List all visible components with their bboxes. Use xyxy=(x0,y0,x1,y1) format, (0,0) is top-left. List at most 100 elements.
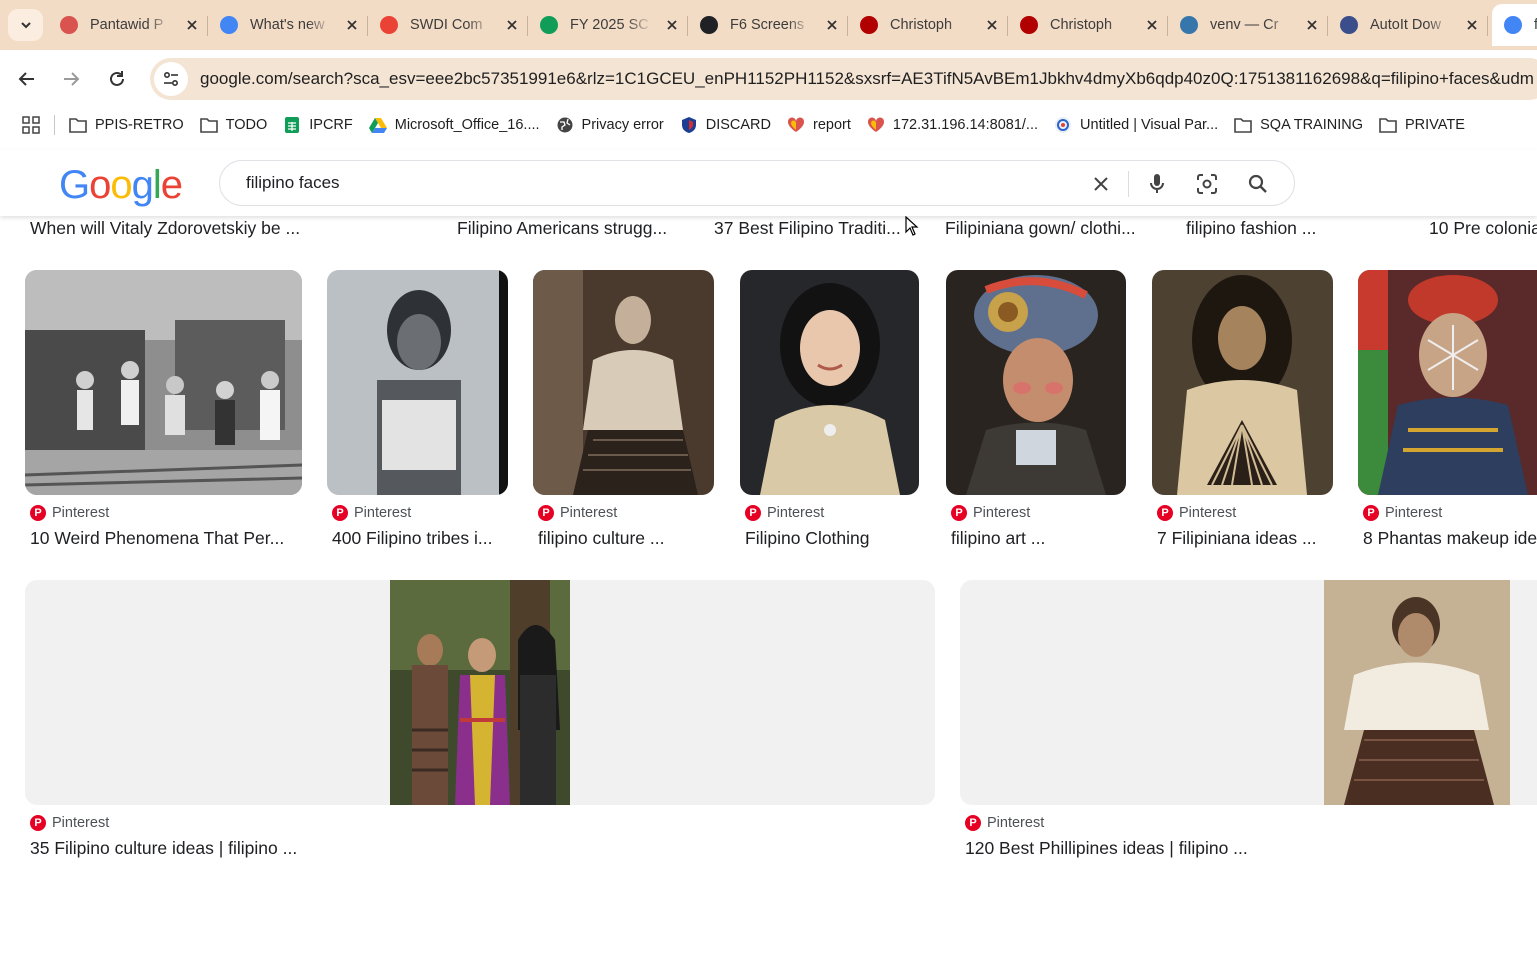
back-button[interactable] xyxy=(10,62,44,96)
bookmark-label: Microsoft_Office_16.... xyxy=(394,117,540,133)
result-source[interactable]: P Pinterest xyxy=(30,815,109,831)
result-thumbnail[interactable] xyxy=(327,270,508,495)
result-thumbnail[interactable] xyxy=(1152,270,1333,495)
browser-tab[interactable]: Christoph xyxy=(848,4,1008,46)
google-favicon-icon xyxy=(1504,16,1522,34)
browser-tab[interactable]: venv — Cr xyxy=(1168,4,1328,46)
browser-toolbar: google.com/search?sca_esv=eee2bc57351991… xyxy=(0,50,1537,108)
clear-search-button[interactable] xyxy=(1089,172,1113,196)
result-caption[interactable]: 8 Phantas makeup ide xyxy=(1363,528,1537,549)
shield-icon xyxy=(680,116,698,134)
browser-tab[interactable]: AutoIt Dow xyxy=(1328,4,1488,46)
browser-tab[interactable]: fi xyxy=(1492,4,1537,46)
bookmarks-divider xyxy=(54,115,55,135)
result-caption[interactable]: filipino culture ... xyxy=(538,528,714,549)
tab-title: F6 Screens xyxy=(730,17,805,33)
tab-close-button[interactable] xyxy=(1144,17,1160,33)
sheets-icon xyxy=(283,116,301,134)
result-caption[interactable]: When will Vitaly Zdorovetskiy be ... xyxy=(30,218,300,239)
result-source[interactable]: P Pinterest xyxy=(1363,505,1442,521)
result-caption[interactable]: 35 Filipino culture ideas | filipino ... xyxy=(30,838,630,859)
paradigm-icon xyxy=(1054,116,1072,134)
tab-title: Christoph xyxy=(1050,17,1113,33)
result-source[interactable]: P Pinterest xyxy=(1157,505,1236,521)
bookmark-item[interactable]: SQA TRAINING xyxy=(1226,111,1371,139)
bookmark-label: Untitled | Visual Par... xyxy=(1080,117,1219,133)
result-caption[interactable]: 10 Pre colonia xyxy=(1429,218,1537,239)
result-caption[interactable]: 37 Best Filipino Traditi... xyxy=(714,218,901,239)
result-caption[interactable]: Filipino Americans strugg... xyxy=(457,218,667,239)
bookmark-item[interactable]: PPIS-RETRO xyxy=(61,111,192,139)
result-thumbnail[interactable] xyxy=(390,580,570,805)
result-caption[interactable]: filipino fashion ... xyxy=(1186,218,1316,239)
bookmark-label: report xyxy=(813,117,851,133)
browser-tab[interactable]: Pantawid P xyxy=(48,4,208,46)
result-caption[interactable]: 10 Weird Phenomena That Per... xyxy=(30,528,302,549)
tab-close-button[interactable] xyxy=(984,17,1000,33)
tab-close-button[interactable] xyxy=(1304,17,1320,33)
address-bar[interactable]: google.com/search?sca_esv=eee2bc57351991… xyxy=(150,58,1537,100)
result-caption[interactable]: Filipino Clothing xyxy=(745,528,919,549)
result-thumbnail[interactable] xyxy=(25,270,302,495)
result-thumbnail[interactable] xyxy=(1358,270,1537,495)
result-caption[interactable]: 7 Filipiniana ideas ... xyxy=(1157,528,1333,549)
close-icon xyxy=(1094,177,1108,191)
result-caption[interactable]: 400 Filipino tribes i... xyxy=(332,528,508,549)
result-source[interactable]: P Pinterest xyxy=(332,505,411,521)
search-submit-button[interactable] xyxy=(1246,172,1270,196)
bookmark-item[interactable]: Privacy error xyxy=(548,111,672,139)
heart-icon xyxy=(787,116,805,134)
pinterest-icon: P xyxy=(538,505,554,521)
bookmark-item[interactable]: Microsoft_Office_16.... xyxy=(361,111,548,139)
search-box[interactable]: filipino faces xyxy=(219,160,1295,206)
autoit-favicon-icon xyxy=(1340,16,1358,34)
close-icon xyxy=(1467,20,1477,30)
tab-title: Christoph xyxy=(890,17,953,33)
result-caption[interactable]: filipino art ... xyxy=(951,528,1126,549)
bookmark-item[interactable]: PRIVATE xyxy=(1371,111,1473,139)
tab-search-button[interactable] xyxy=(8,9,43,41)
apps-button[interactable] xyxy=(0,111,48,139)
site-info-button[interactable] xyxy=(154,62,188,96)
voice-search-button[interactable] xyxy=(1145,172,1169,196)
pinterest-icon: P xyxy=(1157,505,1173,521)
tab-close-button[interactable] xyxy=(824,17,840,33)
result-source[interactable]: P Pinterest xyxy=(951,505,1030,521)
browser-tab[interactable]: Christoph xyxy=(1008,4,1168,46)
reload-button[interactable] xyxy=(100,62,134,96)
result-thumbnail[interactable] xyxy=(533,270,714,495)
bookmark-item[interactable]: IPCRF xyxy=(275,111,361,139)
google-logo[interactable]: Google xyxy=(59,163,183,208)
result-source[interactable]: P Pinterest xyxy=(965,815,1044,831)
tab-close-button[interactable] xyxy=(344,17,360,33)
close-icon xyxy=(1307,20,1317,30)
result-source[interactable]: P Pinterest xyxy=(30,505,109,521)
apps-grid-icon xyxy=(22,116,40,134)
tab-close-button[interactable] xyxy=(504,17,520,33)
result-thumbnail[interactable] xyxy=(1324,580,1510,805)
bookmark-item[interactable]: 172.31.196.14:8081/... xyxy=(859,111,1046,139)
bookmark-item[interactable]: TODO xyxy=(192,111,276,139)
result-source[interactable]: P Pinterest xyxy=(538,505,617,521)
search-input[interactable]: filipino faces xyxy=(246,173,340,193)
globe-icon xyxy=(556,116,574,134)
red-circle-favicon-icon xyxy=(860,16,878,34)
browser-tab[interactable]: SWDI Com xyxy=(368,4,528,46)
browser-tab[interactable]: What's new xyxy=(208,4,368,46)
result-thumbnail[interactable] xyxy=(740,270,919,495)
forward-button[interactable] xyxy=(54,62,88,96)
tab-close-button[interactable] xyxy=(664,17,680,33)
browser-tab[interactable]: FY 2025 SC xyxy=(528,4,688,46)
tab-close-button[interactable] xyxy=(184,17,200,33)
tab-close-button[interactable] xyxy=(1464,17,1480,33)
result-caption[interactable]: Filipiniana gown/ clothi... xyxy=(945,218,1136,239)
result-caption[interactable]: 120 Best Phillipines ideas | filipino ..… xyxy=(965,838,1525,859)
bookmark-item[interactable]: report xyxy=(779,111,859,139)
browser-tab[interactable]: F6 Screens xyxy=(688,4,848,46)
result-thumbnail[interactable] xyxy=(946,270,1126,495)
result-source[interactable]: P Pinterest xyxy=(745,505,824,521)
bookmark-item[interactable]: DISCARD xyxy=(672,111,779,139)
lens-search-button[interactable] xyxy=(1195,172,1219,196)
bookmark-item[interactable]: Untitled | Visual Par... xyxy=(1046,111,1226,139)
python-favicon-icon xyxy=(1180,16,1198,34)
